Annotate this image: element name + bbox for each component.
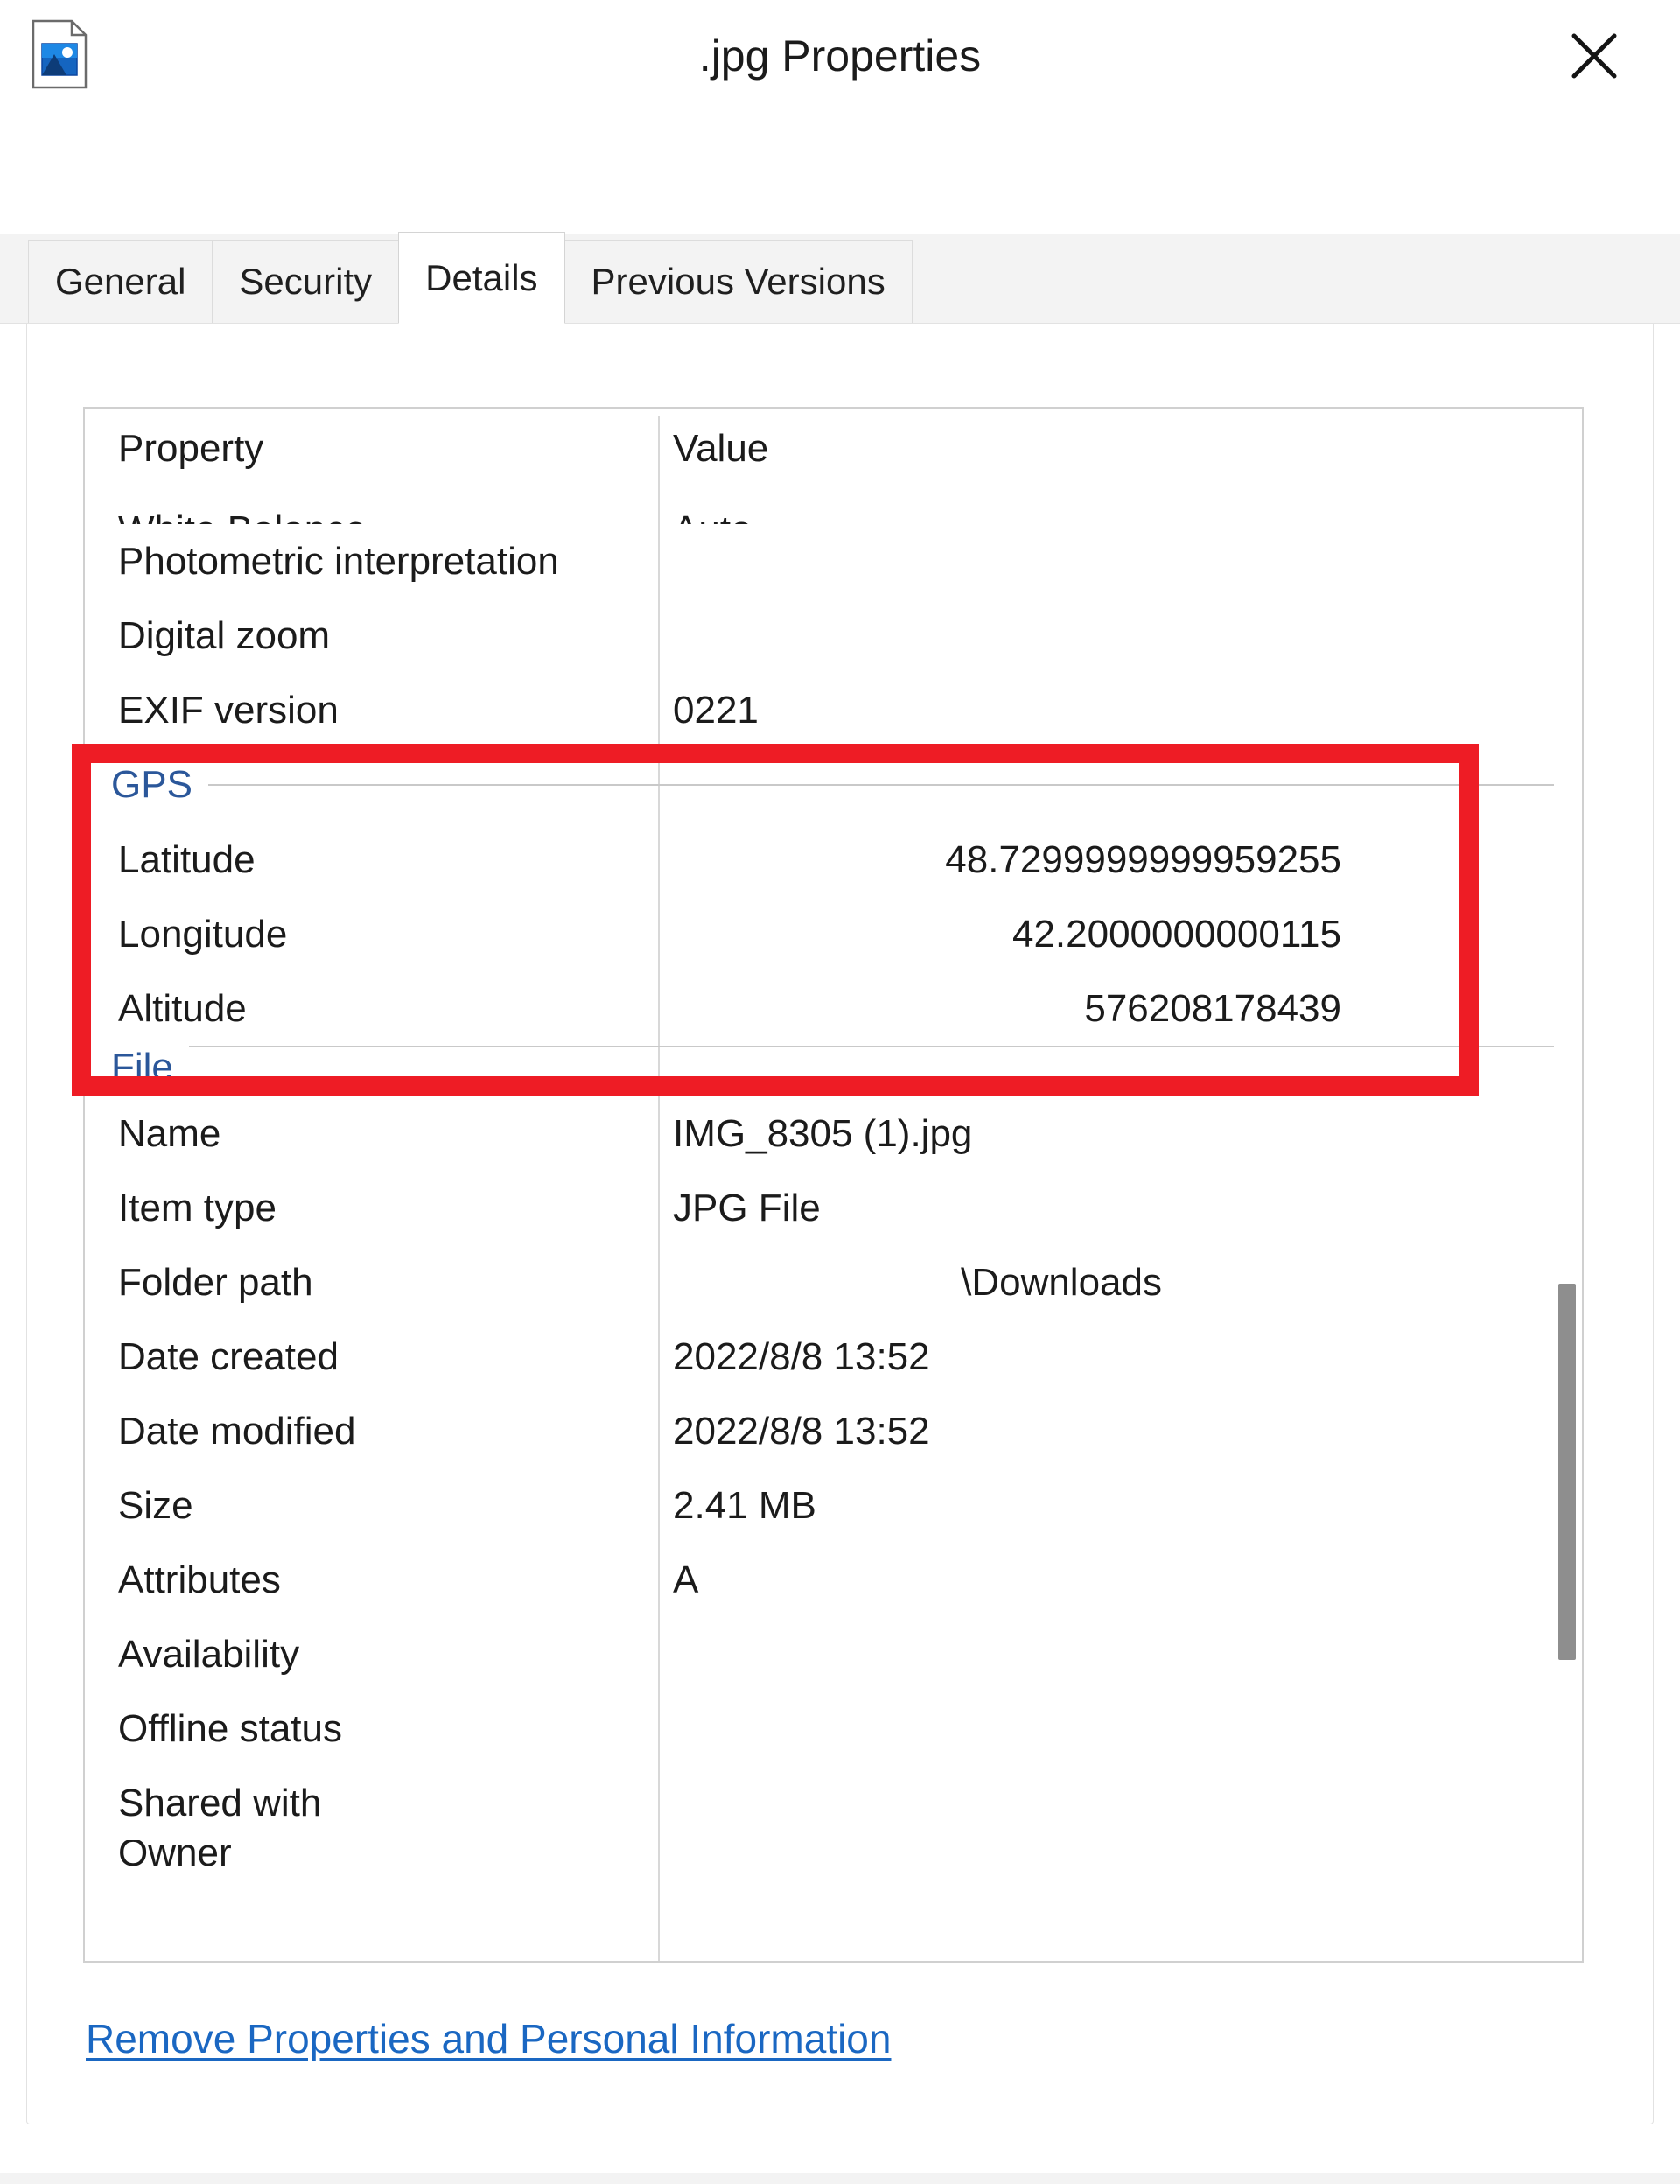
table-row[interactable]: Latitude 48.7299999999959255 bbox=[85, 822, 1582, 897]
title-bar: .jpg Properties bbox=[0, 0, 1680, 112]
row-value: 2022/8/8 13:52 bbox=[673, 1409, 930, 1452]
tab-security[interactable]: Security bbox=[212, 240, 400, 323]
row-property: Attributes bbox=[118, 1558, 281, 1601]
tab-general[interactable]: General bbox=[28, 240, 214, 323]
table-row[interactable]: Folder path \Downloads bbox=[85, 1245, 1582, 1320]
remove-properties-link[interactable]: Remove Properties and Personal Informati… bbox=[86, 2015, 891, 2062]
row-property: Longitude bbox=[118, 912, 288, 956]
row-value: 2.41 MB bbox=[673, 1483, 816, 1527]
row-property: Folder path bbox=[118, 1260, 313, 1304]
group-rule bbox=[207, 784, 1554, 786]
table-row[interactable]: Photometric interpretation bbox=[85, 524, 1582, 598]
details-column-header: Property Value bbox=[85, 409, 1582, 489]
row-value: 42.2000000000115 bbox=[1012, 912, 1341, 956]
table-row[interactable]: Date modified 2022/8/8 13:52 bbox=[85, 1394, 1582, 1468]
tab-details[interactable]: Details bbox=[398, 232, 565, 324]
table-row[interactable]: Offline status bbox=[85, 1691, 1582, 1766]
jpg-file-icon bbox=[32, 19, 88, 89]
row-property: Offline status bbox=[118, 1706, 342, 1750]
details-scrollbar-track[interactable] bbox=[1556, 412, 1578, 1957]
tab-general-label: General bbox=[55, 261, 186, 302]
row-value: 48.7299999999959255 bbox=[945, 837, 1341, 881]
row-property: Latitude bbox=[118, 837, 256, 881]
row-value: Auto bbox=[673, 508, 752, 524]
row-property: Shared with bbox=[118, 1781, 322, 1824]
group-label: GPS bbox=[111, 763, 208, 807]
row-property: Availability bbox=[118, 1632, 300, 1676]
details-list[interactable]: Property Value White Balance Auto Photom… bbox=[83, 407, 1584, 1963]
tab-previous-versions[interactable]: Previous Versions bbox=[564, 240, 913, 323]
row-property: Item type bbox=[118, 1186, 276, 1229]
group-label: File bbox=[111, 1046, 189, 1089]
table-row[interactable]: Date created 2022/8/8 13:52 bbox=[85, 1320, 1582, 1394]
table-row[interactable]: Name IMG_8305 (1).jpg bbox=[85, 1096, 1582, 1171]
row-value: IMG_8305 (1).jpg bbox=[673, 1111, 973, 1155]
group-rule bbox=[188, 1046, 1554, 1047]
table-row[interactable]: Item type JPG File bbox=[85, 1171, 1582, 1245]
table-row[interactable]: Size 2.41 MB bbox=[85, 1468, 1582, 1543]
row-property: Owner bbox=[118, 1840, 232, 1866]
table-row[interactable]: EXIF version 0221 bbox=[85, 673, 1582, 747]
tab-details-label: Details bbox=[425, 256, 538, 298]
row-value: \Downloads bbox=[961, 1260, 1162, 1304]
row-value: 2022/8/8 13:52 bbox=[673, 1334, 930, 1378]
dialog-body: General Security Details Previous Versio… bbox=[0, 112, 1680, 2184]
row-property: Size bbox=[118, 1483, 193, 1527]
table-row[interactable]: White Balance Auto bbox=[85, 489, 1582, 524]
table-row[interactable]: Shared with bbox=[85, 1766, 1582, 1840]
row-property: Photometric interpretation bbox=[118, 539, 559, 583]
row-value: JPG File bbox=[673, 1186, 821, 1229]
row-value: A bbox=[673, 1558, 699, 1601]
table-row[interactable]: Longitude 42.2000000000115 bbox=[85, 897, 1582, 971]
tab-previous-versions-label: Previous Versions bbox=[591, 261, 886, 302]
row-property: Digital zoom bbox=[118, 613, 331, 657]
table-row[interactable]: Attributes A bbox=[85, 1543, 1582, 1617]
dialog-footer: OK Cancel Apply bbox=[0, 2174, 1680, 2184]
column-header-property: Property bbox=[118, 427, 264, 470]
table-row[interactable]: Altitude 576208178439 bbox=[85, 971, 1582, 1046]
row-property: Date modified bbox=[118, 1409, 356, 1452]
table-row[interactable]: Availability bbox=[85, 1617, 1582, 1691]
table-row[interactable]: Digital zoom bbox=[85, 598, 1582, 673]
row-property: White Balance bbox=[118, 508, 367, 524]
group-header-gps: GPS bbox=[85, 747, 1582, 822]
window-title: .jpg Properties bbox=[698, 32, 982, 80]
table-row[interactable]: Owner bbox=[85, 1840, 1582, 1866]
details-rows: White Balance Auto Photometric interpret… bbox=[85, 489, 1582, 1866]
row-property: Name bbox=[118, 1111, 221, 1155]
column-header-value: Value bbox=[673, 427, 769, 470]
tab-security-label: Security bbox=[239, 261, 373, 302]
row-property: Date created bbox=[118, 1334, 339, 1378]
row-property: EXIF version bbox=[118, 688, 339, 732]
tab-strip: General Security Details Previous Versio… bbox=[0, 232, 1680, 324]
row-property: Altitude bbox=[118, 986, 247, 1030]
close-icon[interactable] bbox=[1559, 21, 1629, 91]
row-value: 576208178439 bbox=[1084, 986, 1341, 1030]
group-header-file: File bbox=[85, 1046, 1582, 1096]
details-scrollbar-thumb[interactable] bbox=[1558, 1284, 1576, 1660]
row-value: 0221 bbox=[673, 688, 759, 732]
